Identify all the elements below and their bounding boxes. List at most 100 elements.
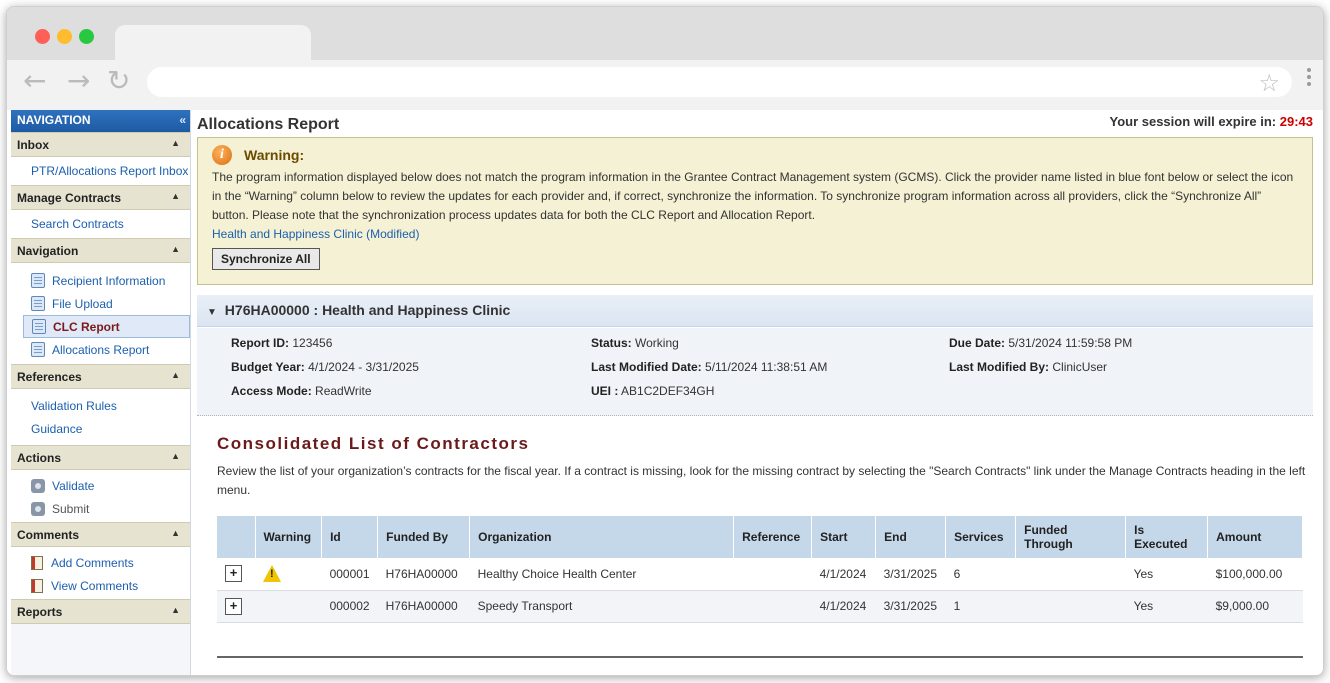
address-bar[interactable]: ☆ [147,67,1292,97]
sidebar-link-search-contracts[interactable]: Search Contracts [31,216,190,233]
sidebar-item-validate[interactable]: Validate [31,474,190,497]
browser-menu-icon[interactable] [1307,68,1313,89]
close-window-button[interactable] [35,29,50,44]
expand-row-button[interactable]: + [225,597,242,615]
warning-mark: ! [270,568,274,581]
minimize-window-button[interactable] [57,29,72,44]
section-divider [217,656,1303,658]
browser-tab[interactable] [115,25,311,61]
caret-up-icon[interactable]: ▲ [171,244,180,254]
bookmark-star-icon[interactable]: ☆ [1258,69,1280,97]
sidebar-item-add-comments[interactable]: Add Comments [31,551,190,574]
expand-row-button[interactable]: + [225,565,242,583]
funded-through-cell [1015,590,1126,623]
expander-cell: + [217,558,255,591]
sidebar-item-label: Allocations Report [52,342,150,357]
sidebar-item-submit[interactable]: Submit [31,497,190,520]
sidebar-section-navigation[interactable]: Navigation ▲ [11,238,190,263]
sidebar-item-label: CLC Report [53,319,120,334]
tab-bar [7,7,1323,61]
program-header[interactable]: ▼ H76HA00000 : Health and Happiness Clin… [197,295,1313,327]
column-header[interactable]: Start [811,516,877,558]
browser-toolbar: ← → ↻ ☆ [7,60,1323,110]
sidebar-section-comments[interactable]: Comments ▲ [11,522,190,547]
uei: UEI : AB1C2DEF34GH [591,384,714,398]
last-modified-by: Last Modified By: ClinicUser [949,360,1107,374]
id-cell: 000001 [321,558,378,591]
references-links: Validation Rules Guidance [11,389,190,445]
actions-links: Validate Submit [11,470,190,522]
column-header[interactable]: Funded Through [1015,516,1127,558]
organization-cell: Healthy Choice Health Center [469,558,734,591]
forward-arrow-icon[interactable]: → [67,66,90,96]
column-header[interactable]: Organization [469,516,735,558]
back-arrow-icon[interactable]: ← [23,66,46,96]
sidebar-link-guidance[interactable]: Guidance [31,418,190,441]
notepad-icon [31,578,43,593]
navigation-header: NAVIGATION « [11,110,190,132]
sidebar-item-clc-report[interactable]: CLC Report [23,315,190,338]
document-icon [31,273,45,288]
due-date: Due Date: 5/31/2024 11:59:58 PM [949,336,1132,350]
reload-icon[interactable]: ↻ [107,66,130,96]
sidebar-item-view-comments[interactable]: View Comments [31,574,190,597]
sidebar-item-file-upload[interactable]: File Upload [31,292,190,315]
warning-panel: i Warning: The program information displ… [197,137,1313,285]
sidebar-link-validation-rules[interactable]: Validation Rules [31,395,190,418]
field-label: Budget Year: [231,360,305,374]
maximize-window-button[interactable] [79,29,94,44]
is-executed-cell: Yes [1125,558,1208,591]
sidebar-item-recipient-information[interactable]: Recipient Information [31,269,190,292]
caret-up-icon[interactable]: ▲ [171,605,180,615]
session-timer: Your session will expire in: 29:43 [1109,114,1313,129]
column-header[interactable]: Services [945,516,1017,558]
sidebar-section-actions[interactable]: Actions ▲ [11,445,190,470]
sidebar-section-references[interactable]: References ▲ [11,364,190,389]
column-header[interactable]: Is Executed [1125,516,1209,558]
column-header [217,516,256,558]
field-label: Last Modified Date: [591,360,702,374]
report-metadata: Report ID: 123456 Budget Year: 4/1/2024 … [197,328,1313,416]
caret-up-icon[interactable]: ▲ [171,191,180,201]
caret-up-icon[interactable]: ▲ [171,370,180,380]
amount-cell: $100,000.00 [1207,558,1303,591]
modified-provider-link[interactable]: Health and Happiness Clinic (Modified) [212,225,1298,243]
table-row[interactable]: + 000002 H76HA00000 Speedy Transport 4/1… [217,590,1303,623]
sidebar-section-reports[interactable]: Reports ▲ [11,599,190,624]
column-header[interactable]: Reference [733,516,813,558]
column-header[interactable]: Id [321,516,379,558]
caret-up-icon[interactable]: ▲ [171,138,180,148]
warning-triangle-icon[interactable]: ! [263,565,281,583]
main-content: Allocations Report Your session will exp… [191,110,1323,675]
section-title: Inbox [17,138,49,152]
report-id: Report ID: 123456 [231,336,332,350]
validate-icon [31,478,45,493]
services-cell: 6 [945,558,1016,591]
contractors-title: Consolidated List of Contractors [217,434,530,453]
column-header[interactable]: Amount [1207,516,1303,558]
amount-cell: $9,000.00 [1207,590,1303,623]
sidebar-link-ptr-allocations-inbox[interactable]: PTR/Allocations Report Inbox [31,163,190,180]
column-header[interactable]: Warning [255,516,323,558]
contractors-table: Warning Id Funded By Organization Refere… [217,516,1303,623]
inbox-links: PTR/Allocations Report Inbox [11,157,190,185]
table-row[interactable]: + ! 000001 H76HA00000 Healthy Choice Hea… [217,558,1303,591]
sidebar-section-manage-contracts[interactable]: Manage Contracts ▲ [11,185,190,210]
navigation-sidebar: NAVIGATION « Inbox ▲ PTR/Allocations Rep… [11,110,191,675]
reference-cell [733,558,812,591]
double-chevron-left-icon[interactable]: « [179,113,186,127]
caret-up-icon[interactable]: ▲ [171,451,180,461]
column-header[interactable]: End [875,516,947,558]
funded-by-cell: H76HA00000 [377,558,470,591]
funded-through-cell [1015,558,1126,591]
section-title: Manage Contracts [17,191,122,205]
sidebar-item-allocations-report[interactable]: Allocations Report [31,338,190,361]
caret-up-icon[interactable]: ▲ [171,528,180,538]
sidebar-section-inbox[interactable]: Inbox ▲ [11,132,190,157]
field-value: 123456 [292,336,333,350]
collapse-triangle-icon[interactable]: ▼ [207,307,217,318]
program-heading: H76HA00000 : Health and Happiness Clinic [224,302,511,318]
warning-header: i Warning: [212,144,1298,166]
column-header[interactable]: Funded By [377,516,471,558]
synchronize-all-button[interactable]: Synchronize All [212,248,320,270]
